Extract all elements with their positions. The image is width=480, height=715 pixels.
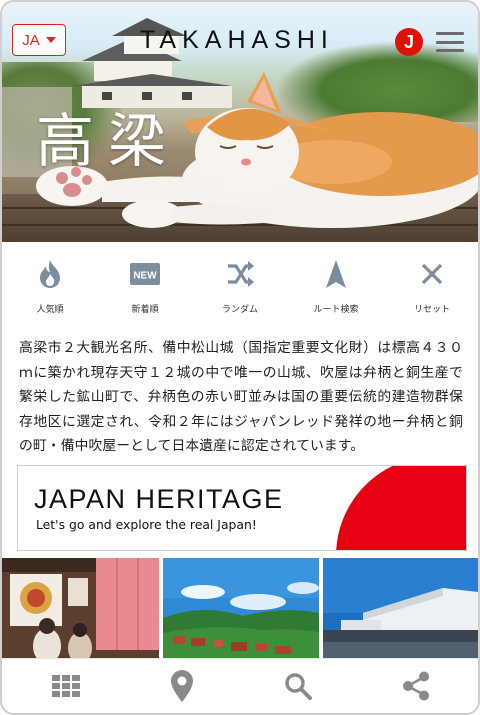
sort-newest-button[interactable]: NEW 新着順 xyxy=(105,258,185,315)
intro-description: 高梁市２大観光名所、備中松山城（国指定重要文化財）は標高４３０ｍに築かれ現存天守… xyxy=(19,340,463,454)
rising-sun-graphic xyxy=(336,466,466,550)
sort-newest-label: 新着順 xyxy=(131,305,159,315)
bottom-navigation xyxy=(2,658,478,713)
language-label: JA xyxy=(22,31,40,49)
reset-button[interactable]: リセット xyxy=(392,258,472,315)
hero-kanji-title: 高梁 xyxy=(36,107,181,175)
banner-title: JAPAN HERITAGE xyxy=(34,484,284,514)
route-search-button[interactable]: ルート検索 xyxy=(296,258,376,315)
reset-label: リセット xyxy=(413,305,450,315)
share-icon xyxy=(403,671,429,701)
photo-strip xyxy=(2,558,478,658)
sort-action-bar: 人気順 NEW 新着順 ランダム ルート検索 リセット xyxy=(2,258,478,318)
hamburger-menu-icon[interactable] xyxy=(436,32,464,52)
svg-text:NEW: NEW xyxy=(133,271,157,282)
grid-icon xyxy=(52,675,80,697)
app-frame: 高梁 JA TAKAHASHI J 人気順 NEW 新着順 ランダム ルート検索… xyxy=(0,0,480,715)
nav-grid-button[interactable] xyxy=(46,669,86,703)
photo-noren-street[interactable] xyxy=(2,558,159,658)
sort-random-label: ランダム xyxy=(221,305,258,315)
flame-icon xyxy=(40,260,60,288)
new-badge-icon: NEW xyxy=(130,263,160,285)
photo-fukiya-landscape[interactable] xyxy=(163,558,319,658)
close-icon xyxy=(421,263,443,285)
banner-subtitle: Let's go and explore the real Japan! xyxy=(36,517,257,532)
map-pin-icon xyxy=(171,670,193,702)
nav-share-button[interactable] xyxy=(396,669,436,703)
photo-modern-building[interactable] xyxy=(323,558,478,658)
navigation-arrow-icon xyxy=(326,260,346,288)
language-selector[interactable]: JA xyxy=(12,24,66,56)
chevron-down-icon xyxy=(45,37,56,43)
nav-map-button[interactable] xyxy=(162,669,202,703)
sort-popular-button[interactable]: 人気順 xyxy=(10,258,90,315)
shuffle-icon xyxy=(228,261,254,287)
site-logo[interactable]: TAKAHASHI xyxy=(140,26,334,55)
nav-search-button[interactable] xyxy=(278,669,318,703)
hero-image: 高梁 JA TAKAHASHI J xyxy=(2,2,478,242)
japan-badge-icon[interactable]: J xyxy=(395,28,423,56)
sort-popular-label: 人気順 xyxy=(36,305,64,315)
japan-heritage-banner[interactable]: JAPAN HERITAGE Let's go and explore the … xyxy=(17,465,467,551)
search-icon xyxy=(285,673,312,700)
sort-random-button[interactable]: ランダム xyxy=(200,258,280,315)
route-search-label: ルート検索 xyxy=(313,305,359,315)
